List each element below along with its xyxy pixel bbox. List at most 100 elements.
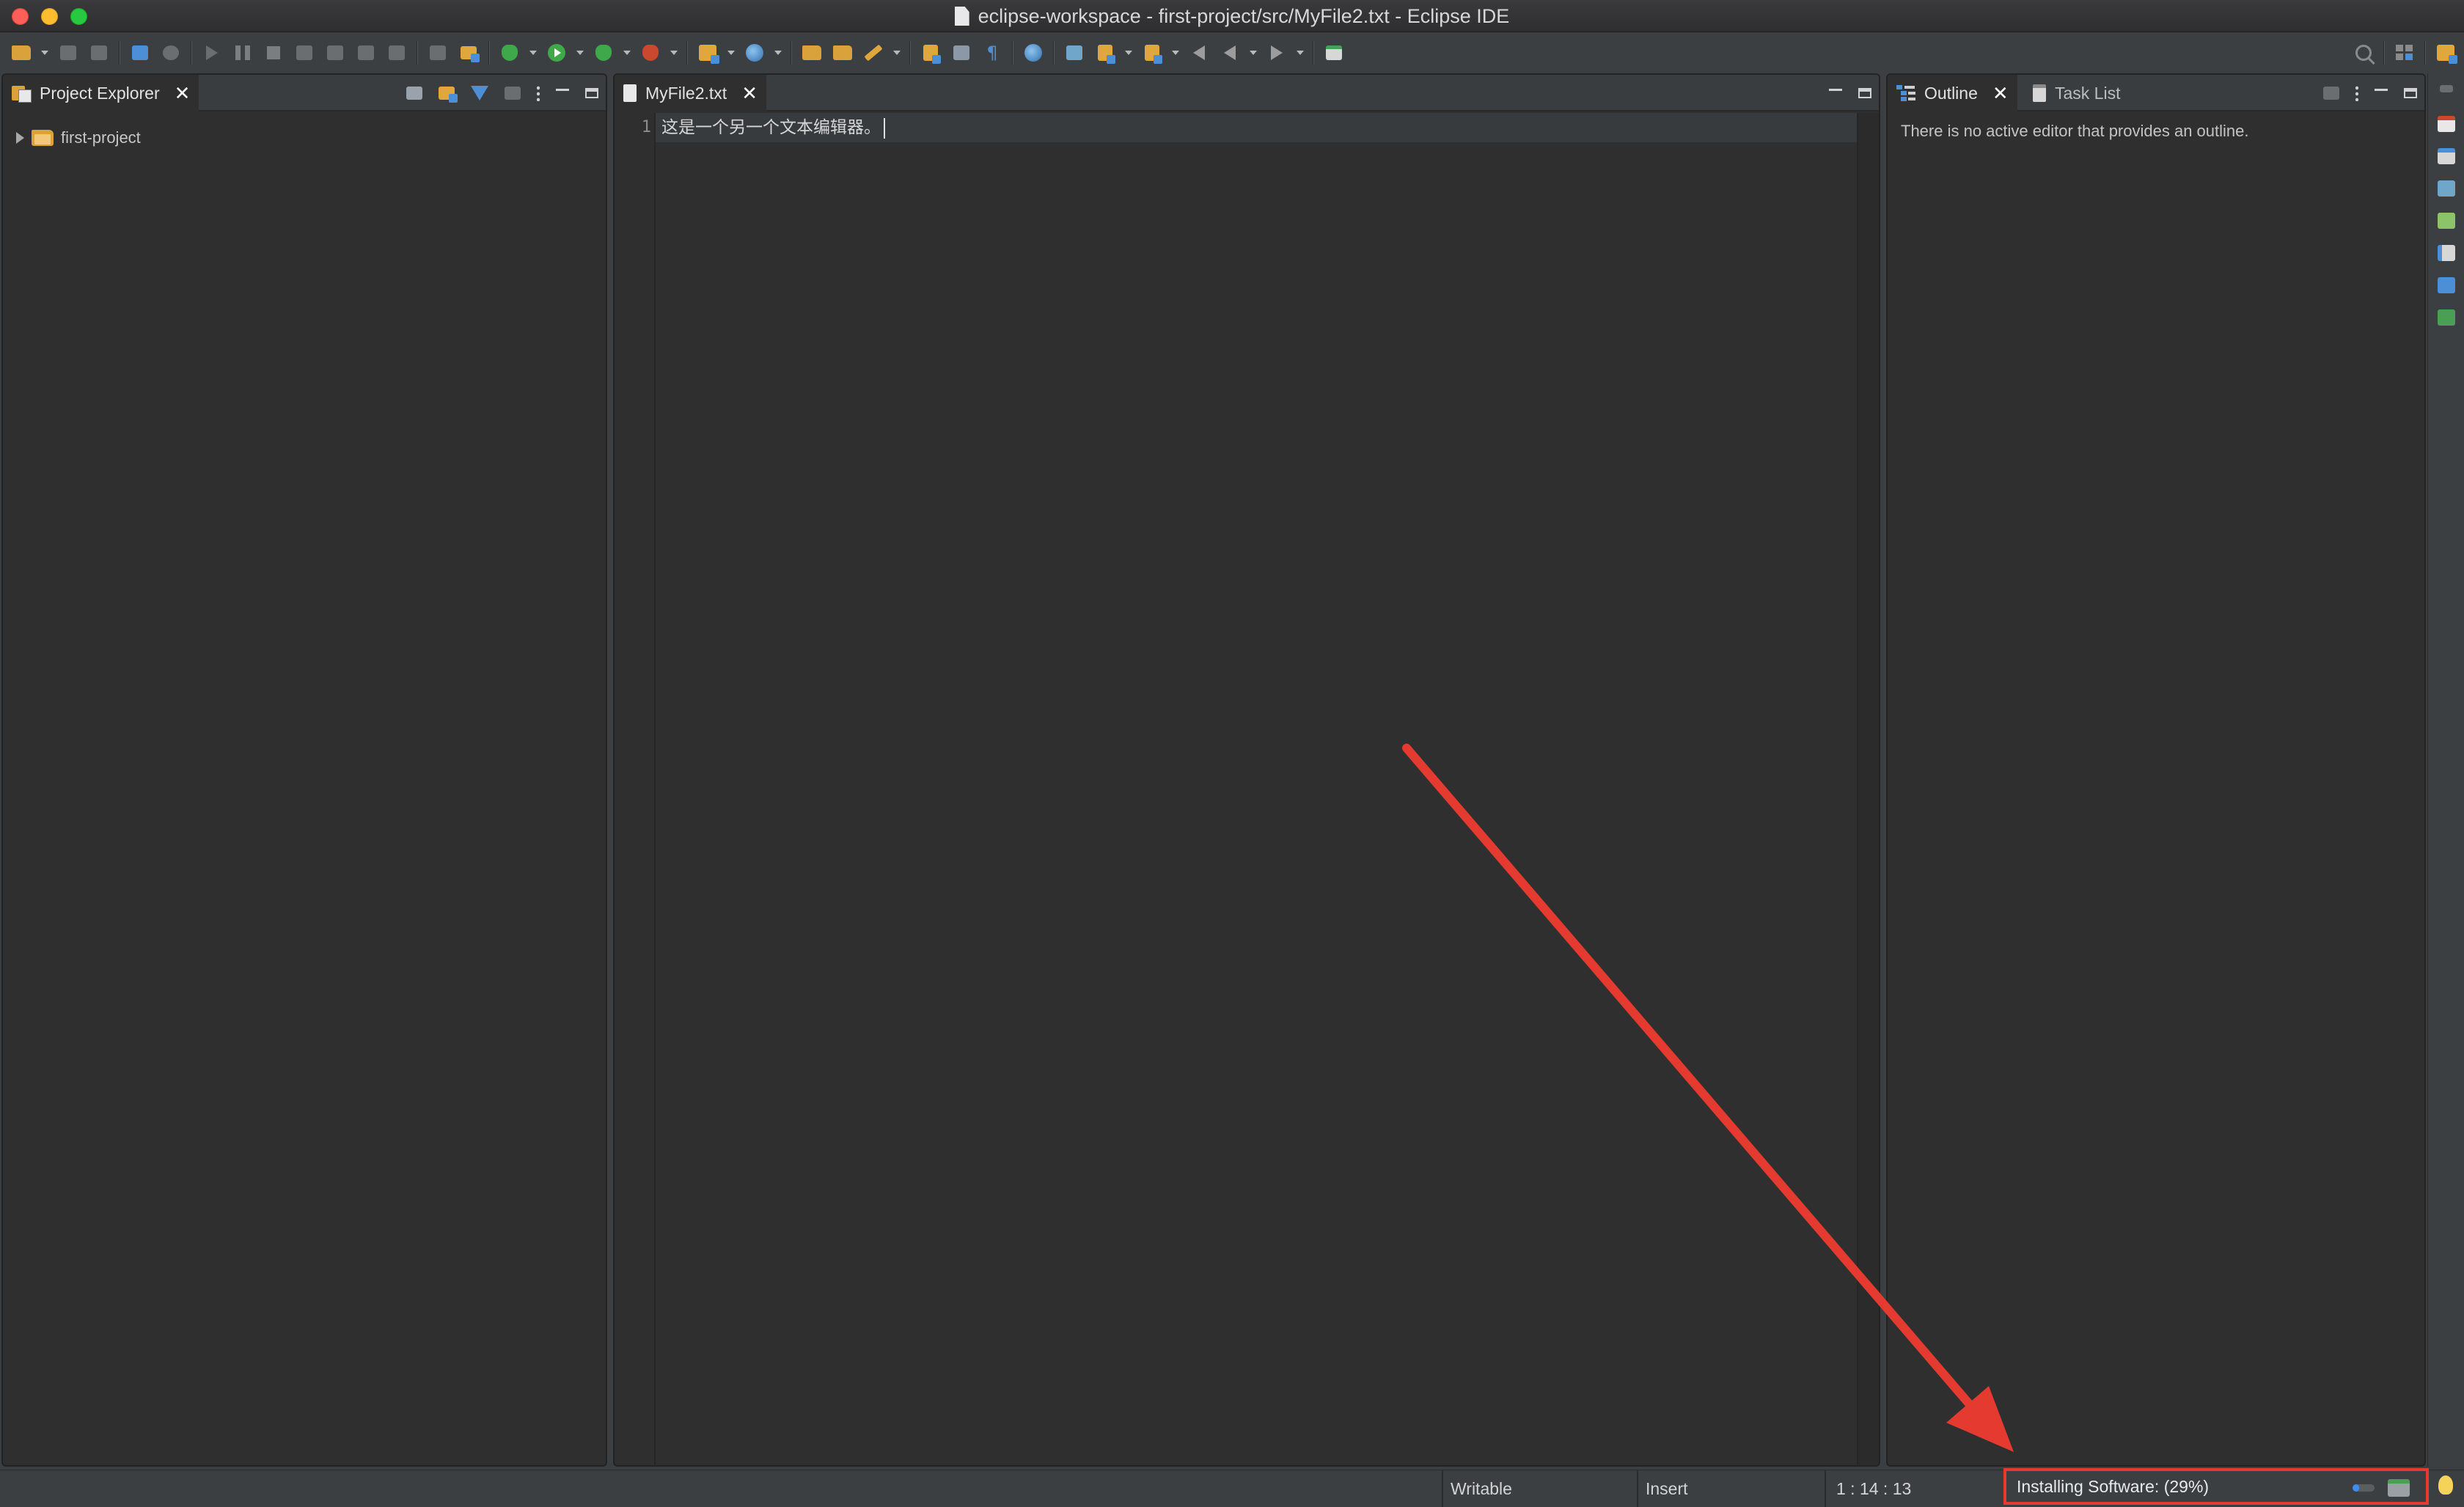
new-class-dropdown[interactable] [774, 42, 782, 64]
focus-task-icon[interactable] [2323, 87, 2339, 100]
view-menu-icon[interactable] [2355, 85, 2358, 101]
forward-icon[interactable] [1266, 42, 1288, 64]
new-wizard-dropdown[interactable] [41, 42, 48, 64]
window-title-wrap: eclipse-workspace - first-project/src/My… [0, 0, 2464, 32]
focus-task-icon[interactable] [505, 87, 521, 100]
outline-tools [2323, 75, 2417, 111]
project-explorer-tools [406, 75, 598, 111]
maximize-icon[interactable] [1858, 88, 1871, 98]
close-icon[interactable]: ✕ [175, 84, 191, 103]
minimize-icon[interactable] [1829, 88, 1842, 91]
minimize-icon[interactable] [2375, 88, 2388, 91]
annotation-dropdown[interactable] [1125, 42, 1132, 64]
collapse-all-icon[interactable] [406, 87, 422, 100]
terminate-icon[interactable] [263, 42, 285, 64]
back-dropdown[interactable] [1250, 42, 1257, 64]
forward-dropdown[interactable] [1297, 42, 1304, 64]
open-progress-view-icon[interactable] [2388, 1479, 2410, 1497]
external-tools-icon[interactable] [639, 42, 661, 64]
new-java-package-dropdown[interactable] [727, 42, 735, 64]
editor-text-area[interactable]: 1 这是一个另一个文本编辑器。 [615, 113, 1879, 1465]
drop-to-frame-icon[interactable] [427, 42, 449, 64]
step-into-icon[interactable] [324, 42, 346, 64]
open-perspective-icon[interactable] [2394, 42, 2416, 64]
tab-task-list[interactable]: Task List [2024, 75, 2129, 111]
open-task-icon[interactable] [832, 42, 854, 64]
external-tools-dropdown[interactable] [670, 42, 678, 64]
last-edit-location-icon[interactable] [1141, 42, 1163, 64]
resume-icon[interactable] [201, 42, 223, 64]
console-view-icon[interactable] [2438, 277, 2455, 293]
last-edit-dropdown[interactable] [1172, 42, 1179, 64]
maximize-icon[interactable] [585, 88, 598, 98]
step-return-icon[interactable] [386, 42, 408, 64]
previous-annotation-icon[interactable] [1094, 42, 1116, 64]
outline-empty-message: There is no active editor that provides … [1901, 122, 2249, 140]
back-icon[interactable] [1188, 42, 1210, 64]
search-view-icon[interactable] [2438, 245, 2455, 261]
status-insert-mode[interactable]: Insert [1637, 1470, 1817, 1507]
minimize-icon[interactable] [556, 88, 569, 91]
toolbar-separator [488, 41, 490, 65]
progress-view-icon[interactable] [2438, 309, 2455, 326]
edit-dropdown[interactable] [893, 42, 901, 64]
toolbar-separator [2383, 41, 2385, 65]
run-dropdown[interactable] [576, 42, 584, 64]
open-console-icon[interactable] [129, 42, 151, 64]
step-over-icon[interactable] [355, 42, 377, 64]
new-wizard-icon[interactable] [10, 42, 32, 64]
disconnect-icon[interactable] [293, 42, 315, 64]
coverage-icon[interactable] [593, 42, 615, 64]
outline-icon [1896, 85, 1915, 101]
globe-icon[interactable] [1022, 42, 1044, 64]
debug-icon[interactable] [499, 42, 521, 64]
open-type-icon[interactable] [801, 42, 823, 64]
toggle-block-selection-icon[interactable] [950, 42, 972, 64]
title-bar: eclipse-workspace - first-project/src/My… [0, 0, 2464, 32]
text-file-icon [623, 84, 637, 102]
javadoc-view-icon[interactable] [2438, 148, 2455, 164]
tab-outline[interactable]: Outline ✕ [1888, 75, 2017, 111]
lightbulb-icon[interactable] [2438, 1475, 2453, 1495]
tab-label: Project Explorer [40, 83, 160, 103]
quick-access-search-icon[interactable] [2353, 42, 2375, 64]
right-trim-toolbar [2427, 73, 2464, 1467]
java-perspective-icon[interactable] [2435, 42, 2457, 64]
pin-editor-icon[interactable] [1323, 42, 1345, 64]
save-all-icon[interactable] [88, 42, 110, 64]
edit-icon[interactable] [862, 42, 884, 64]
call-hierarchy-icon[interactable] [2438, 213, 2455, 229]
editor-scrollbar[interactable] [1857, 113, 1879, 1465]
new-class-icon[interactable] [744, 42, 766, 64]
progress-status-area[interactable]: Installing Software: (29%) [2003, 1468, 2429, 1505]
close-icon[interactable]: ✕ [741, 84, 758, 103]
expand-arrow-icon[interactable] [16, 132, 24, 144]
debug-dropdown[interactable] [529, 42, 537, 64]
back-history-icon[interactable] [1219, 42, 1241, 64]
filter-icon[interactable] [471, 86, 488, 100]
suspend-icon[interactable] [232, 42, 254, 64]
run-icon[interactable] [546, 42, 568, 64]
close-icon[interactable]: ✕ [1992, 84, 2009, 103]
toolbar-separator [1313, 41, 1314, 65]
progress-bar [2353, 1484, 2375, 1492]
editor-line[interactable]: 这是一个另一个文本编辑器。 [661, 113, 885, 142]
restore-icon[interactable] [2440, 85, 2453, 92]
maximize-icon[interactable] [2404, 88, 2417, 98]
tree-item-first-project[interactable]: first-project [16, 126, 141, 150]
skip-breakpoints-icon[interactable] [160, 42, 182, 64]
next-annotation-icon[interactable] [1063, 42, 1085, 64]
save-icon[interactable] [57, 42, 79, 64]
toolbar-separator [909, 41, 911, 65]
problems-view-icon[interactable] [2438, 116, 2455, 132]
toggle-mark-occurrences-icon[interactable] [920, 42, 942, 64]
view-menu-icon[interactable] [537, 85, 540, 101]
show-whitespace-icon[interactable]: ¶ [981, 42, 1003, 64]
declaration-view-icon[interactable] [2438, 180, 2455, 197]
tab-project-explorer[interactable]: Project Explorer ✕ [3, 75, 199, 111]
coverage-dropdown[interactable] [623, 42, 631, 64]
tab-myfile2[interactable]: MyFile2.txt ✕ [615, 75, 766, 111]
new-java-package-icon[interactable] [697, 42, 719, 64]
use-step-filters-icon[interactable] [458, 42, 480, 64]
link-with-editor-icon[interactable] [439, 87, 458, 103]
